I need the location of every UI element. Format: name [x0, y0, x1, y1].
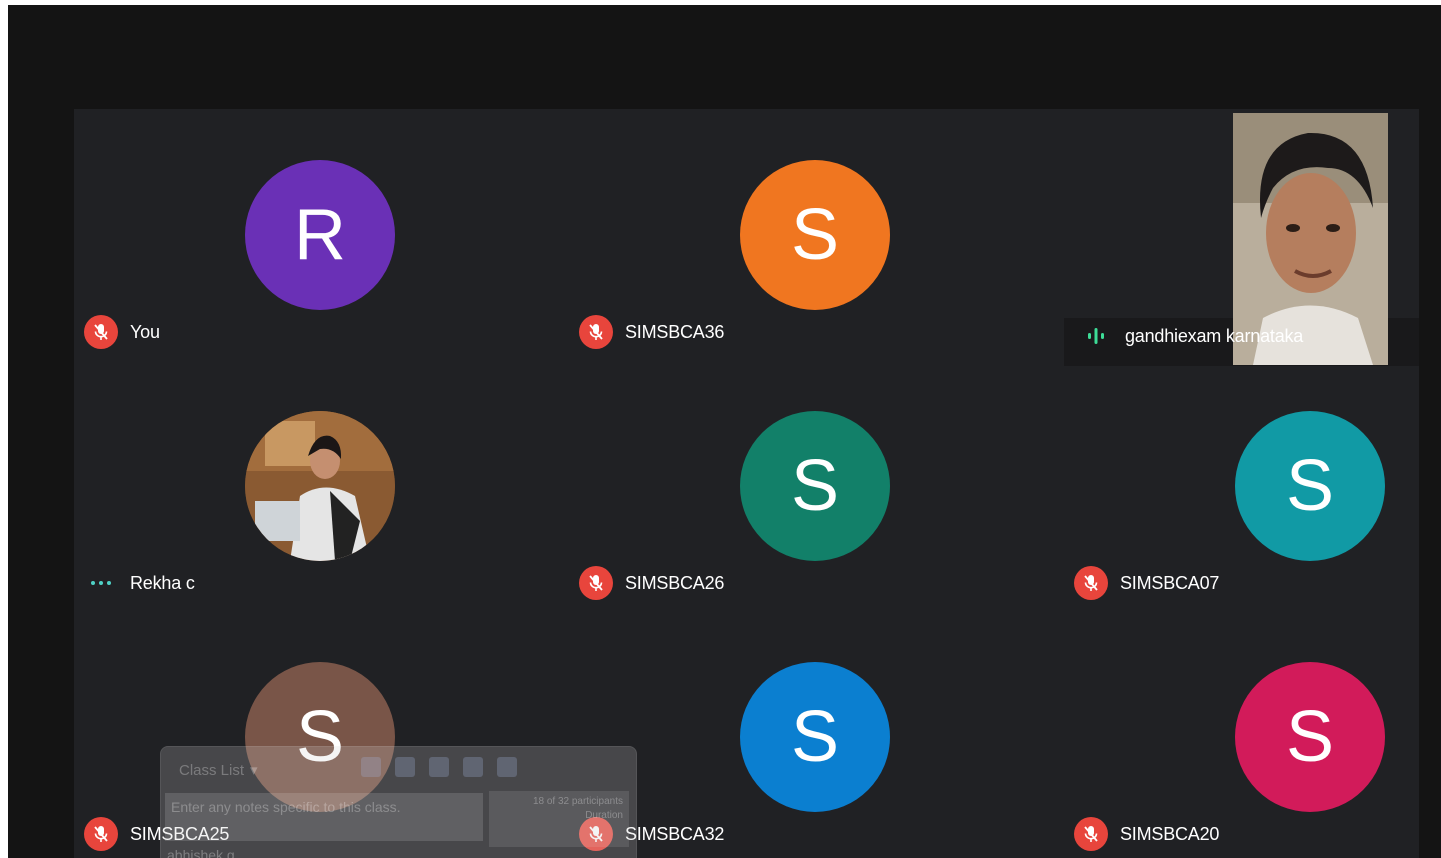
class-notes-input[interactable]: Enter any notes specific to this class.	[165, 793, 483, 841]
avatar: R	[245, 160, 395, 310]
participant-tile[interactable]: S SIMSBCA20	[1064, 611, 1419, 858]
overlay-list-item: abhishek g	[167, 847, 235, 858]
participant-name: SIMSBCA20	[1120, 823, 1220, 844]
participant-name: gandhiexam karnataka	[1125, 325, 1304, 346]
participant-tile[interactable]: S SIMSBCA32	[569, 611, 1064, 858]
avatar: S	[1235, 411, 1385, 561]
avatar: S	[740, 411, 890, 561]
people-icon[interactable]	[497, 757, 517, 777]
mic-off-icon	[579, 315, 613, 349]
participant-name: SIMSBCA32	[625, 823, 725, 844]
chevron-down-icon: ▾	[250, 762, 258, 779]
participant-tile[interactable]: S SIMSBCA07	[1064, 360, 1419, 610]
participant-tile[interactable]: S SIMSBCA36	[569, 109, 1064, 359]
avatar-photo	[245, 411, 395, 561]
class-list-overlay[interactable]: Class List ▾ Enter any notes specific to…	[160, 746, 637, 858]
participant-name: You	[130, 321, 160, 342]
connecting-dots-icon	[84, 581, 118, 585]
class-list-dropdown[interactable]: Class List ▾	[179, 761, 258, 780]
overlay-toolbar	[361, 757, 517, 777]
mic-off-icon	[579, 566, 613, 600]
participants-summary: 18 of 32 participants Duration	[489, 791, 629, 847]
avatar: S	[1235, 662, 1385, 812]
avatar: S	[740, 662, 890, 812]
speaker-footer: gandhiexam karnataka	[1079, 321, 1303, 351]
duration-label: Duration	[585, 810, 623, 821]
screen-frame: R You S SIMSBCA36 gandhiexam karnataka R…	[8, 5, 1441, 858]
participant-name: Rekha c	[130, 572, 195, 593]
mic-off-icon	[84, 817, 118, 851]
participant-tile[interactable]: Rekha c	[74, 360, 569, 610]
participant-tile[interactable]: R You	[74, 109, 569, 359]
speaking-indicator-icon	[1079, 321, 1113, 351]
list-icon[interactable]	[463, 757, 483, 777]
class-list-title: Class List	[179, 761, 245, 779]
participant-tile[interactable]: S SIMSBCA26	[569, 360, 1064, 610]
pin-icon[interactable]	[395, 757, 415, 777]
mic-off-icon	[1074, 817, 1108, 851]
participant-name: SIMSBCA26	[625, 572, 725, 593]
participant-name: SIMSBCA36	[625, 321, 725, 342]
participant-name: SIMSBCA07	[1120, 572, 1220, 593]
participants-count: 18 of 32 participants	[532, 796, 623, 807]
window-icon[interactable]	[429, 757, 449, 777]
avatar: S	[740, 160, 890, 310]
mic-off-icon	[1074, 566, 1108, 600]
mic-off-icon	[84, 315, 118, 349]
participant-grid: R You S SIMSBCA36 gandhiexam karnataka R…	[74, 109, 1419, 858]
note-icon[interactable]	[361, 757, 381, 777]
